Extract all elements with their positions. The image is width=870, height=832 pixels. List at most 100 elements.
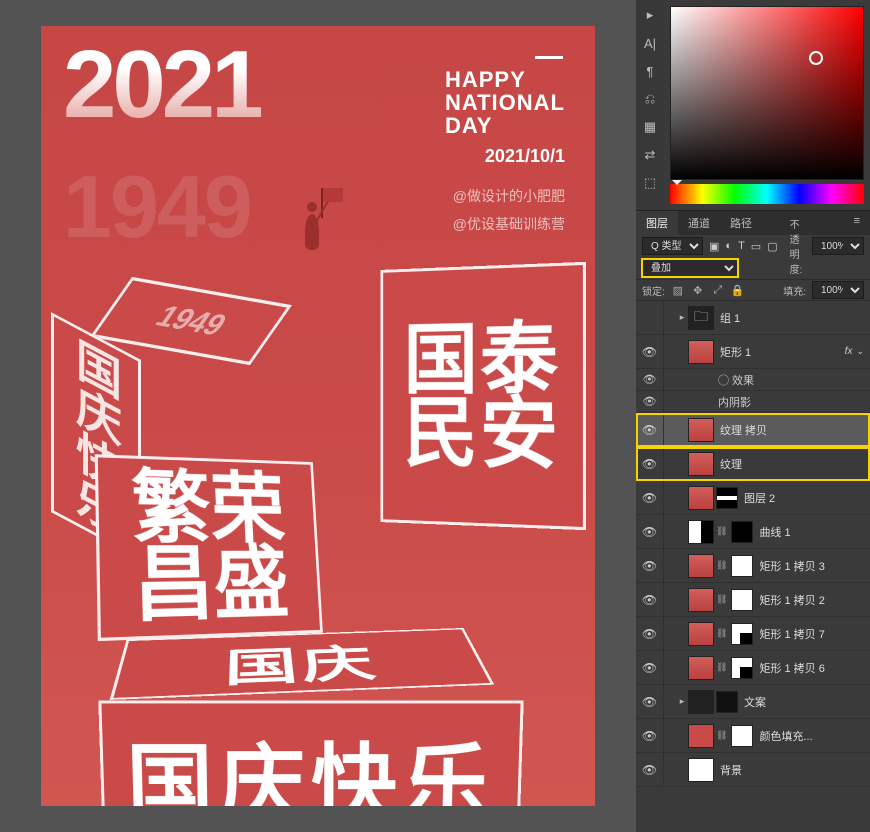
tab-paths[interactable]: 路径 [720,211,762,235]
layer-name[interactable]: 矩形 1 [720,344,845,360]
fx-badge[interactable]: fx [845,346,853,357]
layer-thumb [688,656,714,680]
visibility-toggle-icon[interactable]: 👁 [636,685,664,718]
visibility-toggle-icon[interactable]: 👁 [636,391,664,412]
layer-row[interactable]: 👁 纹理 拷贝 [636,413,870,447]
tab-channels[interactable]: 通道 [678,211,720,235]
visibility-toggle-icon[interactable]: 👁 [636,549,664,582]
layer-kind-filter[interactable]: Q 类型 [642,237,703,255]
layer-row[interactable]: ▸🗀组 1 [636,301,870,335]
effect-name: 内阴影 [718,394,751,410]
hue-slider-marker[interactable] [672,180,682,190]
layer-thumb [688,724,714,748]
lock-pixels-icon[interactable]: ▨ [671,284,685,297]
color-field[interactable] [670,6,864,180]
lock-position-icon[interactable]: ✥ [691,284,705,297]
lock-artboard-icon[interactable]: ⤢ [711,284,725,297]
layer-name[interactable]: 纹理 [720,456,864,472]
layer-mask-thumb[interactable] [716,487,738,509]
character-panel-icon[interactable]: A| [640,34,660,52]
layer-mask-thumb[interactable] [731,623,753,645]
visibility-toggle-icon[interactable]: 👁 [636,335,664,368]
visibility-toggle-icon[interactable]: 👁 [636,447,664,480]
visibility-toggle-icon[interactable]: 👁 [636,515,664,548]
poster-date: 2021/10/1 [485,146,565,167]
layer-mask-thumb[interactable] [731,589,753,611]
layer-row[interactable]: 👁⛓矩形 1 拷贝 2 [636,583,870,617]
blend-row: 叠加 [636,257,870,279]
filter-type-icon[interactable]: T [738,240,745,252]
layer-name[interactable]: 文案 [744,694,864,710]
swap-colors-icon[interactable]: ⇄ [640,146,660,164]
layer-row[interactable]: 👁⛓曲线 1 [636,515,870,549]
opacity-input[interactable]: 100% [812,237,864,255]
layer-mask-thumb[interactable] [731,555,753,577]
layer-row[interactable]: 👁⛓矩形 1 拷贝 7 [636,617,870,651]
layer-mask-thumb[interactable] [731,725,753,747]
disclosure-icon[interactable]: ▸ [676,696,688,707]
layer-name[interactable]: 组 1 [720,310,864,326]
fill-input[interactable]: 100% [812,281,864,299]
filter-adjust-icon[interactable]: ◐ [725,240,732,252]
color-picker-ring[interactable] [809,51,823,65]
glyphs-panel-icon[interactable]: ⎌ [640,90,660,108]
layer-name[interactable]: 矩形 1 拷贝 2 [759,592,864,608]
color-panel [664,0,870,210]
layer-mask-thumb[interactable] [731,521,753,543]
visibility-toggle-icon[interactable]: 👁 [636,583,664,616]
filter-image-icon[interactable]: ▣ [709,240,719,253]
layer-thumb [688,418,714,442]
layer-row[interactable]: 👁⛓矩形 1 拷贝 3 [636,549,870,583]
lock-all-icon[interactable]: 🔒 [731,284,745,297]
layer-row[interactable]: 👁 图层 2 [636,481,870,515]
visibility-toggle-icon[interactable] [636,301,664,334]
tab-layers[interactable]: 图层 [636,211,678,235]
disclosure-icon[interactable]: ▸ [676,312,688,323]
filter-shape-icon[interactable]: ▭ [751,240,761,253]
layer-mask-thumb[interactable] [716,691,738,713]
panel-menu-icon[interactable]: ≡ [844,211,870,235]
visibility-toggle-icon[interactable]: 👁 [636,413,664,446]
chevron-down-icon[interactable]: ⌄ [856,346,864,357]
layer-name[interactable]: 矩形 1 拷贝 3 [759,558,864,574]
visibility-toggle-icon[interactable]: 👁 [636,719,664,752]
panel-dock: ▸ A| ¶ ⎌ ▦ ⇄ ⬚ [636,0,664,210]
layer-effect-row[interactable]: 👁 内阴影 [636,391,870,413]
adjust-panel-icon[interactable]: ⬚ [640,174,660,192]
document-workspace[interactable]: 2021 HAPPY NATIONAL DAY 2021/10/1 @做设计的小… [0,0,636,832]
layer-name[interactable]: 矩形 1 拷贝 6 [759,660,864,676]
layer-name[interactable]: 纹理 拷贝 [720,422,864,438]
layer-row[interactable]: 👁 背景 [636,753,870,787]
filter-smart-icon[interactable]: ▢ [767,240,777,253]
visibility-toggle-icon[interactable]: 👁 [636,753,664,786]
visibility-toggle-icon[interactable]: 👁 [636,617,664,650]
layer-name[interactable]: 颜色填充... [759,728,864,744]
layer-row[interactable]: 👁 矩形 1fx⌄ [636,335,870,369]
layer-mask-thumb[interactable] [731,657,753,679]
paragraph-panel-icon[interactable]: ¶ [640,62,660,80]
layer-filter-row: Q 类型 ▣ ◐ T ▭ ▢ 不透明度: 100% [636,235,870,257]
layer-row[interactable]: 👁 ▸ 文案 [636,685,870,719]
visibility-toggle-icon[interactable]: 👁 [636,651,664,684]
layer-name[interactable]: 图层 2 [744,490,864,506]
hue-slider[interactable] [670,184,864,204]
layer-row[interactable]: 👁 ⛓ 矩形 1 拷贝 6 [636,651,870,685]
layer-row[interactable]: 👁 纹理 [636,447,870,481]
swatches-panel-icon[interactable]: ▦ [640,118,660,136]
canvas[interactable]: 2021 HAPPY NATIONAL DAY 2021/10/1 @做设计的小… [41,26,595,806]
layer-effect-row[interactable]: 👁◯ 效果 [636,369,870,391]
panel-icon[interactable]: ▸ [640,6,660,24]
layer-name[interactable]: 背景 [720,762,864,778]
layer-thumb [688,452,714,476]
layer-row[interactable]: 👁 ⛓ 颜色填充... [636,719,870,753]
layer-name[interactable]: 矩形 1 拷贝 7 [759,626,864,642]
blend-mode-select[interactable]: 叠加 [642,259,738,277]
poster-heading-line: DAY [445,114,565,137]
link-icon: ⛓ [716,730,727,741]
link-icon: ⛓ [716,662,727,673]
lock-row: 锁定: ▨ ✥ ⤢ 🔒 填充: 100% [636,279,870,301]
layer-list[interactable]: ▸🗀组 1👁矩形 1fx⌄👁◯ 效果👁内阴影👁纹理 拷贝👁纹理👁图层 2👁⛓曲线… [636,301,870,832]
visibility-toggle-icon[interactable]: 👁 [636,369,664,390]
layer-name[interactable]: 曲线 1 [759,524,864,540]
visibility-toggle-icon[interactable]: 👁 [636,481,664,514]
